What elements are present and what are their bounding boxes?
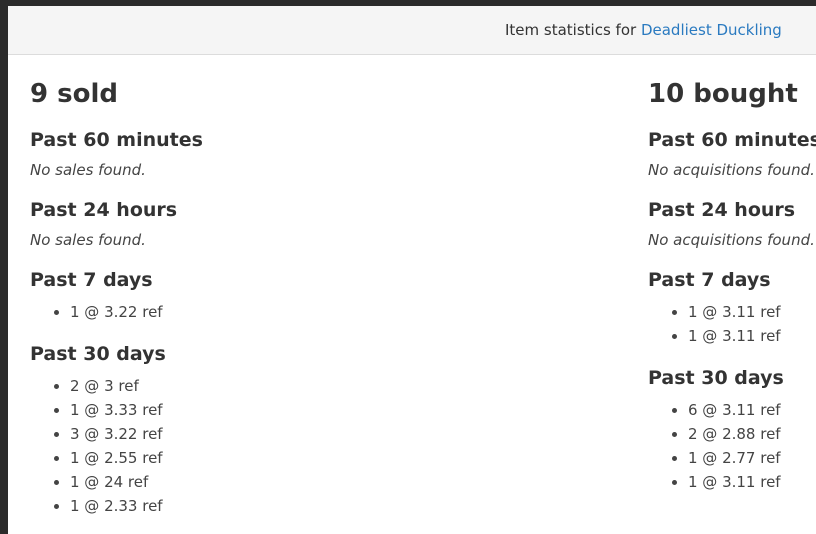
item-name-link[interactable]: Deadliest Duckling bbox=[641, 21, 782, 39]
sold-period-section: Past 24 hours No sales found. bbox=[30, 198, 590, 250]
trade-list: 1 @ 3.11 ref1 @ 3.11 ref bbox=[648, 300, 816, 348]
empty-message: No acquisitions found. bbox=[648, 161, 815, 179]
trade-entry: 3 @ 3.22 ref bbox=[70, 422, 590, 446]
modal-title: Item statistics for Deadliest Duckling bbox=[505, 20, 782, 40]
item-statistics-modal: Item statistics for Deadliest Duckling 9… bbox=[8, 6, 816, 534]
trade-entry: 2 @ 3 ref bbox=[70, 374, 590, 398]
period-title: Past 24 hours bbox=[648, 199, 796, 221]
trade-entry: 1 @ 3.33 ref bbox=[70, 398, 590, 422]
trade-entry: 1 @ 2.77 ref bbox=[688, 446, 816, 470]
trade-entry: 1 @ 3.11 ref bbox=[688, 470, 816, 494]
modal-title-prefix: Item statistics for bbox=[505, 21, 637, 39]
bought-period-section: Past 30 days6 @ 3.11 ref2 @ 2.88 ref1 @ … bbox=[648, 366, 816, 494]
trade-list: 1 @ 3.22 ref bbox=[30, 300, 590, 324]
bought-period-section: Past 7 days 1 @ 3.11 ref1 @ 3.11 ref bbox=[648, 268, 816, 348]
bought-column: 10 bought Past 60 minutes No acquisitions… bbox=[648, 54, 816, 494]
sold-period-section: Past 7 days 1 @ 3.22 ref bbox=[30, 268, 590, 324]
trade-entry: 1 @ 3.11 ref bbox=[688, 300, 816, 324]
trade-entry: 2 @ 2.88 ref bbox=[688, 422, 816, 446]
sold-period-section: Past 60 minutes No sales found. bbox=[30, 128, 590, 180]
period-title: Past 60 minutes bbox=[648, 129, 816, 151]
trade-entry: 6 @ 3.11 ref bbox=[688, 398, 816, 422]
bought-period-section: Past 24 hours No acquisitions found. bbox=[648, 198, 816, 250]
period-title: Past 7 days bbox=[648, 269, 771, 291]
sold-column: 9 sold Past 60 minutes No sales found. Pas… bbox=[30, 54, 590, 518]
trade-list: 2 @ 3 ref1 @ 3.33 ref3 @ 3.22 ref1 @ 2.5… bbox=[30, 374, 590, 518]
empty-message: No sales found. bbox=[30, 231, 146, 249]
sold-period-section: Past 30 days 2 @ 3 ref1 @ 3.33 ref3 @ 3.2… bbox=[30, 342, 590, 518]
trade-entry: 1 @ 2.33 ref bbox=[70, 494, 590, 518]
bought-period-section: Past 60 minutes No acquisitions found. bbox=[648, 128, 816, 180]
trade-entry: 1 @ 2.55 ref bbox=[70, 446, 590, 470]
trade-list: 6 @ 3.11 ref2 @ 2.88 ref1 @ 2.77 ref1 @ … bbox=[648, 398, 816, 494]
period-title: Past 60 minutes bbox=[30, 129, 203, 151]
period-title: Past 7 days bbox=[30, 269, 153, 291]
bought-count-heading: 10 bought bbox=[648, 79, 798, 109]
period-title: Past 30 days bbox=[30, 343, 166, 365]
sold-count-heading: 9 sold bbox=[30, 79, 119, 109]
trade-entry: 1 @ 3.22 ref bbox=[70, 300, 590, 324]
period-title: Past 24 hours bbox=[30, 199, 178, 221]
trade-entry: 1 @ 3.11 ref bbox=[688, 324, 816, 348]
period-title: Past 30 days bbox=[648, 367, 784, 389]
empty-message: No acquisitions found. bbox=[648, 231, 815, 249]
empty-message: No sales found. bbox=[30, 161, 146, 179]
modal-header: Item statistics for Deadliest Duckling bbox=[8, 6, 816, 55]
trade-entry: 1 @ 24 ref bbox=[70, 470, 590, 494]
